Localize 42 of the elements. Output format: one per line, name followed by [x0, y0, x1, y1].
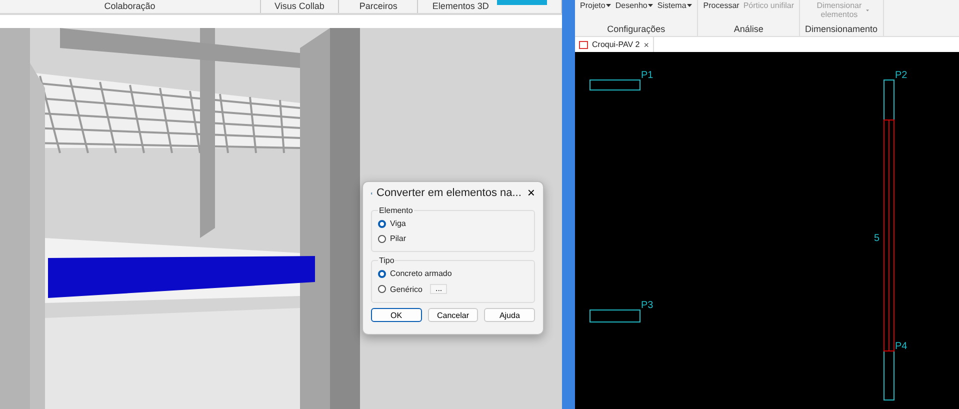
pillar-label: P3 — [641, 300, 654, 311]
dropdown-caret-icon — [687, 4, 692, 7]
browse-button[interactable]: ... — [430, 284, 448, 294]
ribbon-group-label: Visus Collab — [274, 1, 324, 11]
dialog-button[interactable]: Cancelar — [428, 308, 478, 322]
group-label: Elemento — [378, 206, 414, 215]
radio-button[interactable] — [378, 220, 386, 228]
dropdown-caret-icon — [648, 4, 654, 7]
radio-label[interactable]: Viga — [390, 219, 406, 228]
radio-button[interactable] — [378, 285, 386, 293]
ribbon-button[interactable]: Processar — [703, 1, 740, 10]
pillar-label: P2 — [895, 70, 908, 81]
dialog-button[interactable]: Ajuda — [484, 308, 536, 322]
ribbon-group-label: Dimensionamento — [805, 24, 878, 36]
ribbon-button[interactable]: Desenho — [615, 1, 654, 10]
drawing-icon — [579, 40, 588, 48]
close-button[interactable]: × — [525, 187, 537, 199]
ribbon-button[interactable]: Sistema — [657, 1, 692, 10]
close-button[interactable]: × — [644, 40, 649, 50]
ribbon-button[interactable]: Projeto — [580, 1, 612, 10]
pillar-label: P1 — [641, 70, 654, 81]
ribbon-group-label: Configurações — [607, 24, 666, 36]
ribbon-group-label: Colaboração — [104, 1, 156, 11]
pillar-outline — [884, 350, 894, 400]
ribbon-group-label: Elementos 3D — [432, 1, 489, 11]
dialog-button[interactable]: OK — [371, 308, 422, 322]
radio-button[interactable] — [378, 270, 386, 278]
pillar-outline — [590, 80, 640, 90]
radio-label[interactable]: Pilar — [390, 234, 406, 243]
dialog-title: Converter em elementos na... — [376, 187, 522, 199]
radio-label[interactable]: Concreto armado — [390, 269, 452, 278]
radio-label[interactable]: Genérico — [390, 284, 422, 294]
pillar-outline — [590, 310, 640, 322]
dropdown-caret-icon — [606, 4, 612, 7]
radio-button[interactable] — [378, 234, 386, 242]
beam-label: 5 — [874, 233, 880, 244]
ribbon-group-label: Análise — [734, 24, 764, 36]
ribbon-group-label: Parceiros — [359, 1, 398, 11]
pillar-label: P4 — [895, 341, 908, 352]
dropdown-caret-icon — [866, 8, 870, 12]
pillar-outline — [884, 80, 894, 120]
group-label: Tipo — [378, 256, 396, 265]
